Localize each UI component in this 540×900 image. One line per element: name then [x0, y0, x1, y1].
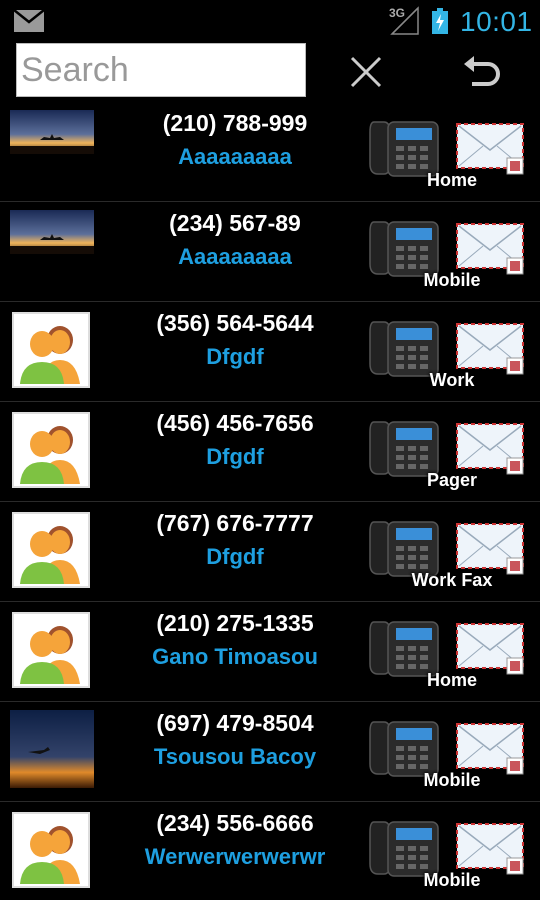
sunset-photo [10, 110, 94, 154]
network-type-label: 3G [389, 6, 406, 20]
undo-arrow-icon[interactable] [460, 50, 504, 94]
list-item[interactable]: (697) 479-8504 Tsousou Bacoy Mobile [0, 702, 540, 802]
desk-phone-icon[interactable] [368, 412, 442, 478]
contact-name: Dfgdf [206, 544, 264, 569]
people-icon [20, 326, 80, 384]
contact-name: Dfgdf [206, 344, 264, 369]
desk-phone-icon[interactable] [368, 512, 442, 578]
clock: 10:01 [460, 6, 533, 37]
contact-photo [10, 210, 94, 254]
phone-type-label: Home [426, 170, 477, 190]
phone-number: (356) 564-5644 [156, 310, 314, 336]
list-item[interactable]: (210) 275-1335 Gano Timoasou Home [0, 602, 540, 702]
search-input[interactable] [16, 43, 306, 97]
contact-name: Aaaaaaaaa [178, 244, 292, 269]
default-contact-avatar [12, 312, 90, 388]
phone-number: (456) 456-7656 [156, 410, 314, 436]
desk-phone-icon[interactable] [368, 712, 442, 778]
list-item[interactable]: (210) 788-999 Aaaaaaaaa Home [0, 102, 540, 202]
phone-number: (234) 567-89 [169, 210, 301, 236]
people-icon [20, 626, 80, 684]
phone-type-label: Pager [426, 470, 478, 490]
people-icon [20, 826, 80, 884]
people-icon [20, 526, 80, 584]
default-contact-avatar [12, 512, 90, 588]
desk-phone-icon[interactable] [368, 212, 442, 278]
phone-number: (697) 479-8504 [156, 710, 314, 736]
desk-phone-icon[interactable] [368, 612, 442, 678]
phone-type-label: Home [426, 670, 477, 690]
phone-number: (767) 676-7777 [156, 510, 314, 536]
contact-name: Gano Timoasou [152, 644, 318, 669]
phone-number: (234) 556-6666 [156, 810, 314, 836]
sunset-photo [10, 210, 94, 254]
phone-number: (210) 788-999 [162, 110, 308, 136]
contact-name: Dfgdf [206, 444, 264, 469]
people-icon [20, 426, 80, 484]
battery-charging-icon [432, 8, 448, 34]
list-item[interactable]: (767) 676-7777 Dfgdf Work Fax [0, 502, 540, 602]
contact-name: Aaaaaaaaa [178, 144, 292, 169]
phone-type-label: Mobile [423, 270, 481, 290]
desk-phone-icon[interactable] [368, 112, 442, 178]
contact-list: (210) 788-999 Aaaaaaaaa Home (234) 567-8… [0, 102, 540, 900]
search-bar [0, 40, 540, 102]
list-item[interactable]: (234) 556-6666 Werwerwerwerwr Mobile [0, 802, 540, 900]
list-item[interactable]: (456) 456-7656 Dfgdf Pager [0, 402, 540, 502]
phone-type-label: Work Fax [411, 570, 493, 590]
phone-type-label: Mobile [423, 770, 481, 790]
contact-name: Werwerwerwerwr [144, 844, 326, 869]
contact-photo [10, 110, 94, 154]
phone-type-label: Mobile [423, 870, 481, 890]
list-item[interactable]: (356) 564-5644 Dfgdf Work [0, 302, 540, 402]
phone-number: (210) 275-1335 [156, 610, 314, 636]
list-item[interactable]: (234) 567-89 Aaaaaaaaa Mobile [0, 202, 540, 302]
default-contact-avatar [12, 812, 90, 888]
status-bar: 3G 10:01 [0, 0, 540, 40]
close-icon[interactable] [344, 50, 388, 94]
default-contact-avatar [12, 612, 90, 688]
default-contact-avatar [12, 412, 90, 488]
mail-icon [14, 10, 44, 32]
desk-phone-icon[interactable] [368, 312, 442, 378]
desk-phone-icon[interactable] [368, 812, 442, 878]
contact-name: Tsousou Bacoy [153, 744, 317, 769]
contact-photo [10, 710, 94, 788]
phone-type-label: Work [429, 370, 475, 390]
plane-sunset-photo [10, 710, 94, 788]
